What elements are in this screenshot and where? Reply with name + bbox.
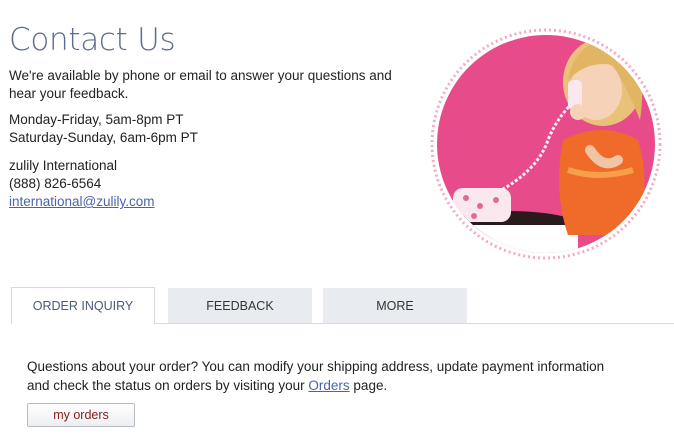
international-contact: zulily International (888) 826-6564 inte… [9,157,155,211]
international-email-link[interactable]: international@zulily.com [9,194,155,209]
order-inquiry-text-end: page. [349,378,388,393]
hours-weekend: Saturday-Sunday, 6am-6pm PT [9,130,198,145]
international-phone: (888) 826-6564 [9,176,102,191]
tab-bar: ORDER INQUIRY FEEDBACK MORE [11,287,674,324]
tab-order-inquiry[interactable]: ORDER INQUIRY [11,287,155,324]
hours-weekday: Monday-Friday, 5am-8pm PT [9,112,184,127]
tab-feedback[interactable]: FEEDBACK [168,288,312,323]
international-name: zulily International [9,158,118,173]
hours-block: Monday-Friday, 5am-8pm PT Saturday-Sunda… [9,111,198,147]
tab-more[interactable]: MORE [323,288,467,323]
my-orders-button[interactable]: my orders [27,403,135,427]
orders-link[interactable]: Orders [308,378,349,393]
hero-image [428,20,668,260]
order-inquiry-text: Questions about your order? You can modi… [27,357,627,395]
page-title: Contact Us [9,22,176,58]
intro-text: We're available by phone or email to ans… [9,68,392,101]
